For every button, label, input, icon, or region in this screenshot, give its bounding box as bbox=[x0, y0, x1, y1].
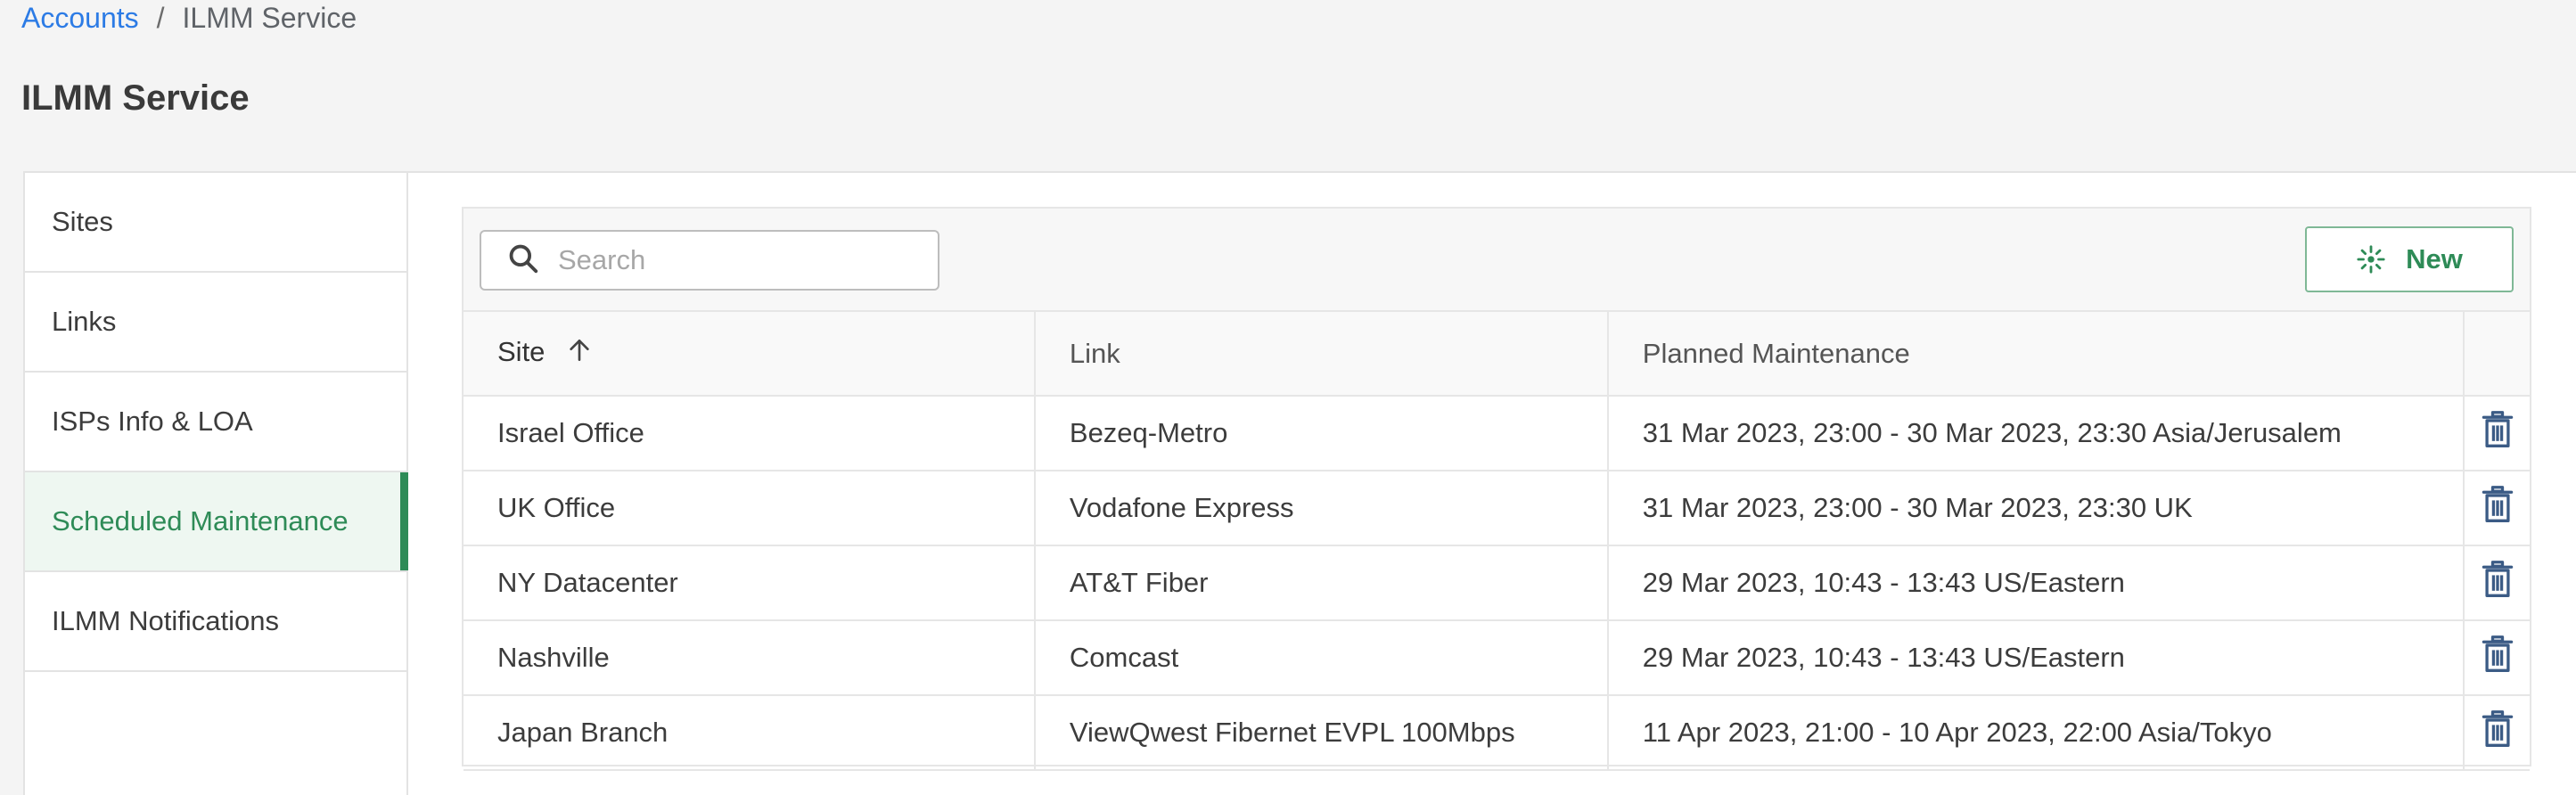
sparkle-icon bbox=[2356, 244, 2386, 275]
sidebar-item-ilmm-notifications[interactable]: ILMM Notifications bbox=[25, 572, 406, 672]
cell-maintenance: 11 Apr 2023, 21:00 - 10 Apr 2023, 22:00 … bbox=[1607, 695, 2465, 771]
cell-actions bbox=[2464, 545, 2530, 621]
sidebar-item-label: ILMM Notifications bbox=[52, 605, 279, 636]
trash-icon[interactable] bbox=[2481, 709, 2514, 749]
table-row: NY Datacenter AT&T Fiber 29 Mar 2023, 10… bbox=[464, 545, 2530, 621]
sidebar: Sites Links ISPs Info & LOA Scheduled Ma… bbox=[23, 171, 408, 795]
cell-maintenance: 31 Mar 2023, 23:00 - 30 Mar 2023, 23:30 … bbox=[1607, 471, 2465, 546]
sidebar-item-label: Sites bbox=[52, 206, 113, 237]
cell-link: ViewQwest Fibernet EVPL 100Mbps bbox=[1034, 695, 1609, 771]
sidebar-item-label: ISPs Info & LOA bbox=[52, 406, 253, 437]
breadcrumb: Accounts / ILMM Service bbox=[21, 0, 357, 36]
maintenance-table: Site Link Planned Maintenance Israel Off… bbox=[464, 312, 2530, 771]
sidebar-item-sites[interactable]: Sites bbox=[25, 173, 406, 273]
table-header-row: Site Link Planned Maintenance bbox=[464, 312, 2530, 397]
cell-site: Japan Branch bbox=[464, 695, 1036, 771]
trash-icon[interactable] bbox=[2481, 485, 2514, 524]
new-button[interactable]: New bbox=[2305, 226, 2514, 292]
table-row: UK Office Vodafone Express 31 Mar 2023, … bbox=[464, 471, 2530, 546]
arrow-up-icon bbox=[565, 336, 594, 372]
breadcrumb-separator: / bbox=[156, 1, 165, 34]
search-icon bbox=[506, 242, 540, 280]
cell-actions bbox=[2464, 620, 2530, 696]
cell-maintenance: 29 Mar 2023, 10:43 - 13:43 US/Eastern bbox=[1607, 620, 2465, 696]
cell-site: Israel Office bbox=[464, 396, 1036, 471]
cell-site: NY Datacenter bbox=[464, 545, 1036, 621]
cell-actions bbox=[2464, 471, 2530, 546]
sidebar-item-label: Scheduled Maintenance bbox=[52, 505, 349, 537]
maintenance-table-card: New Site Link Planned Maintenance bbox=[462, 207, 2531, 771]
cell-actions bbox=[2464, 396, 2530, 471]
sidebar-item-links[interactable]: Links bbox=[25, 273, 406, 373]
column-header-actions bbox=[2464, 312, 2530, 397]
cell-actions bbox=[2464, 695, 2530, 771]
trash-icon[interactable] bbox=[2481, 560, 2514, 599]
trash-icon[interactable] bbox=[2481, 410, 2514, 449]
cell-maintenance: 29 Mar 2023, 10:43 - 13:43 US/Eastern bbox=[1607, 545, 2465, 621]
trash-icon[interactable] bbox=[2481, 635, 2514, 674]
sidebar-item-label: Links bbox=[52, 306, 117, 337]
search-input[interactable] bbox=[558, 244, 915, 276]
page-title: ILMM Service bbox=[21, 78, 250, 118]
search-box[interactable] bbox=[480, 230, 939, 291]
new-button-label: New bbox=[2406, 243, 2463, 275]
sidebar-item-scheduled-maintenance[interactable]: Scheduled Maintenance bbox=[25, 472, 408, 572]
column-header-link[interactable]: Link bbox=[1034, 312, 1609, 397]
table-row: Nashville Comcast 29 Mar 2023, 10:43 - 1… bbox=[464, 620, 2530, 696]
cell-link: Vodafone Express bbox=[1034, 471, 1609, 546]
column-header-site[interactable]: Site bbox=[464, 312, 1036, 397]
sidebar-item-isps-info-loa[interactable]: ISPs Info & LOA bbox=[25, 373, 406, 472]
toolbar: New bbox=[464, 209, 2530, 312]
breadcrumb-current: ILMM Service bbox=[182, 1, 357, 34]
table-row: Israel Office Bezeq-Metro 31 Mar 2023, 2… bbox=[464, 396, 2530, 471]
cell-link: Comcast bbox=[1034, 620, 1609, 696]
cell-link: Bezeq-Metro bbox=[1034, 396, 1609, 471]
column-header-planned-maintenance[interactable]: Planned Maintenance bbox=[1607, 312, 2465, 397]
breadcrumb-accounts-link[interactable]: Accounts bbox=[21, 2, 139, 35]
cell-link: AT&T Fiber bbox=[1034, 545, 1609, 621]
table-row: Japan Branch ViewQwest Fibernet EVPL 100… bbox=[464, 695, 2530, 771]
cell-site: Nashville bbox=[464, 620, 1036, 696]
cell-maintenance: 31 Mar 2023, 23:00 - 30 Mar 2023, 23:30 … bbox=[1607, 396, 2465, 471]
column-header-site-label: Site bbox=[497, 335, 546, 367]
cell-site: UK Office bbox=[464, 471, 1036, 546]
